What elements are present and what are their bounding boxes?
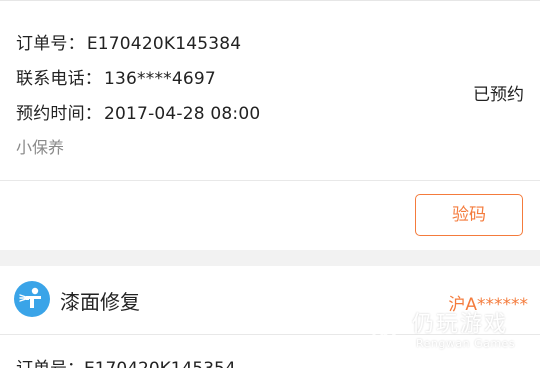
phone-label: 联系电话： (16, 69, 102, 89)
order-number-label: 订单号： (16, 359, 84, 368)
divider (0, 180, 540, 181)
watermark-logo-icon (372, 308, 404, 350)
spray-paint-icon (14, 281, 50, 317)
appointment-time-value: 2017-04-28 08:00 (104, 104, 261, 124)
order-list-screen: 订单号： E170420K145384 联系电话： 136****4697 预约时间… (0, 0, 540, 368)
card-top-border (0, 0, 540, 1)
watermark-subtitle: Rengwan Games (416, 337, 516, 350)
service-title: 漆面修复 (60, 290, 140, 314)
phone-row: 联系电话： 136****4697 (16, 64, 216, 89)
appointment-time-label: 预约时间： (16, 104, 102, 124)
watermark: 仍玩游戏 Rengwan Games (368, 304, 538, 364)
verify-code-button[interactable]: 验码 (415, 194, 523, 236)
order-number-value: E170420K145354 (84, 359, 236, 368)
order-card[interactable]: 订单号： E170420K145384 联系电话： 136****4697 预约时间… (0, 0, 540, 250)
order-status: 已预约 (473, 85, 524, 105)
order-number-row: 订单号：E170420K145354 (16, 354, 236, 368)
order-number-value: E170420K145384 (86, 34, 242, 54)
appointment-time-row: 预约时间： 2017-04-28 08:00 (16, 99, 260, 124)
watermark-title: 仍玩游戏 (412, 312, 509, 337)
service-type: 小保养 (16, 138, 65, 157)
phone-value: 136****4697 (104, 69, 216, 89)
order-number-row: 订单号： E170420K145384 (16, 29, 241, 54)
order-number-label: 订单号： (16, 34, 85, 54)
